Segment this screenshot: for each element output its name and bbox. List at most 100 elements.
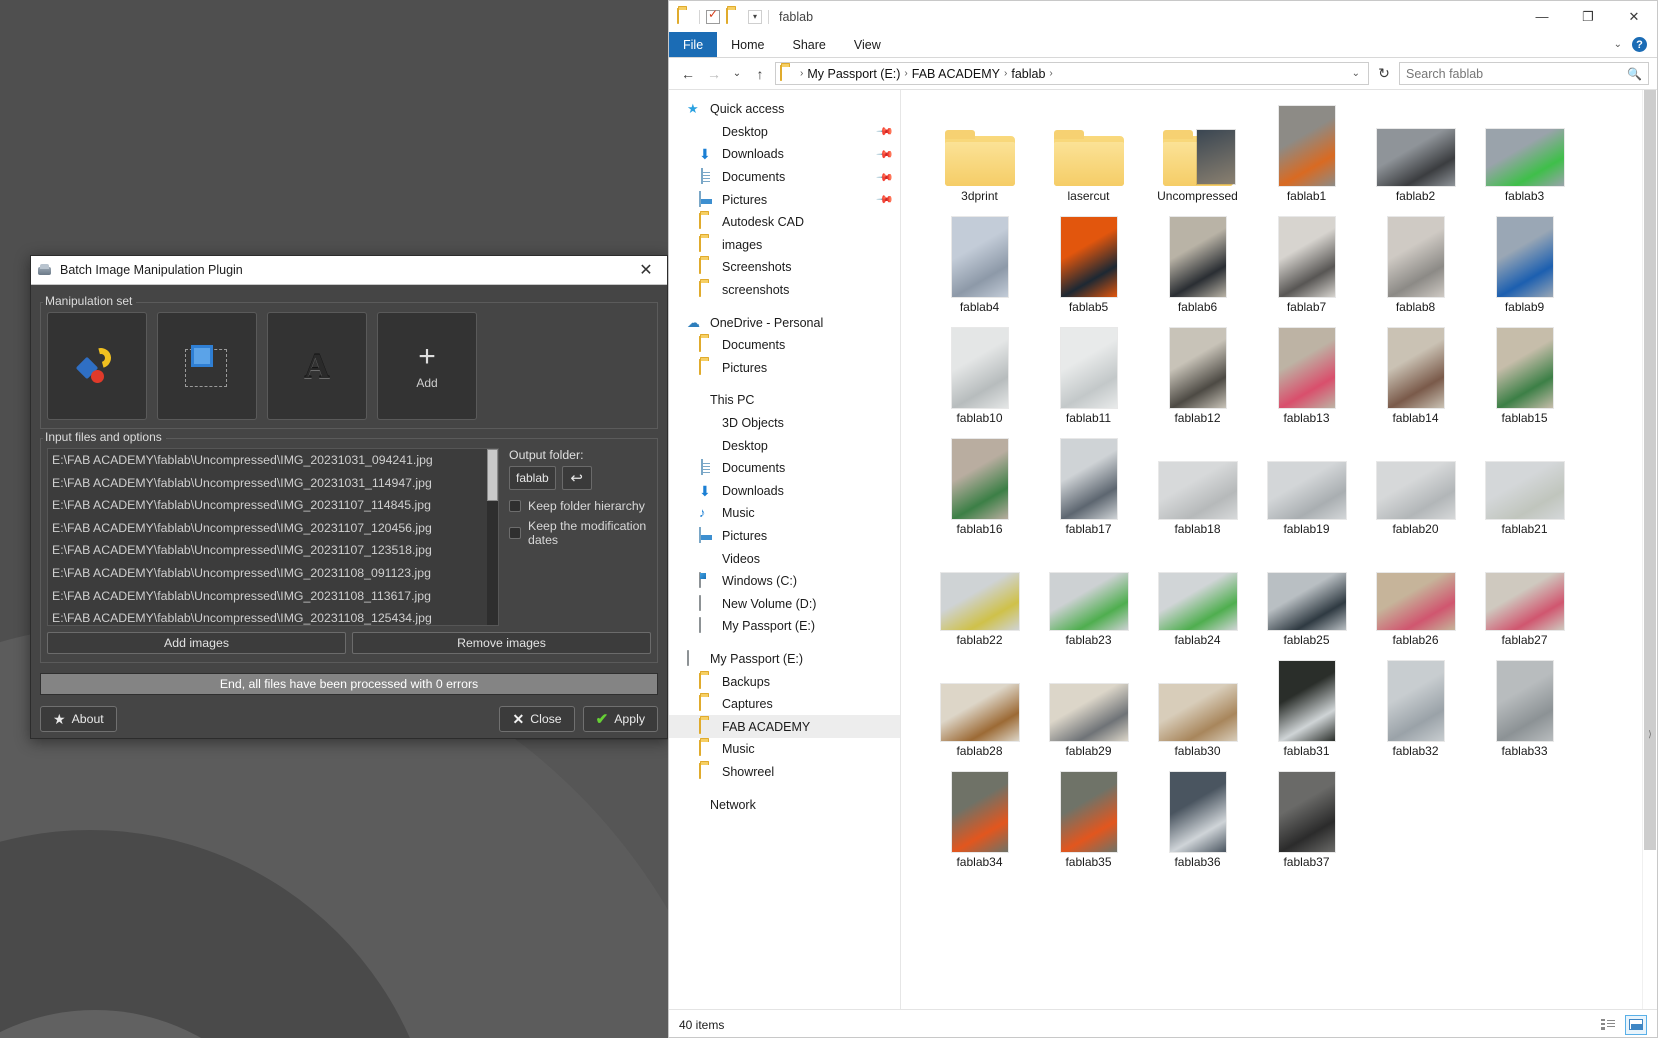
nav-group-network[interactable]: Network: [669, 793, 900, 816]
add-manipulation-button[interactable]: + Add: [377, 312, 477, 420]
breadcrumb[interactable]: › My Passport (E:) › FAB ACADEMY › fabla…: [775, 62, 1369, 85]
file-list-scroll-thumb[interactable]: [487, 449, 498, 501]
keep-modification-dates-checkbox[interactable]: [509, 527, 521, 539]
sidebar-item-desktop[interactable]: Desktop: [669, 434, 900, 457]
output-folder-chooser[interactable]: fablab: [509, 466, 556, 490]
input-file-list[interactable]: E:\FAB ACADEMY\fablab\Uncompressed\IMG_2…: [47, 448, 499, 626]
explorer-title-bar[interactable]: ▾ fablab — ❐ ✕: [669, 1, 1657, 32]
file-grid-item[interactable]: fablab17: [1034, 433, 1143, 544]
file-list-item[interactable]: E:\FAB ACADEMY\fablab\Uncompressed\IMG_2…: [48, 494, 498, 517]
breadcrumb-separator[interactable]: ›: [1049, 68, 1052, 79]
breadcrumb-separator[interactable]: ›: [1004, 68, 1007, 79]
file-grid-item[interactable]: fablab1: [1252, 100, 1361, 211]
sidebar-item-captures[interactable]: Captures: [669, 693, 900, 716]
minimize-button[interactable]: —: [1519, 1, 1565, 32]
file-list-item[interactable]: E:\FAB ACADEMY\fablab\Uncompressed\IMG_2…: [48, 607, 498, 625]
keep-folder-hierarchy-checkbox[interactable]: [509, 500, 521, 512]
scroll-grip-icon[interactable]: ⟩: [1644, 726, 1656, 742]
file-grid-item[interactable]: fablab19: [1252, 433, 1361, 544]
file-grid-item[interactable]: fablab33: [1470, 655, 1579, 766]
large-icons-view-icon[interactable]: [1625, 1014, 1647, 1035]
file-grid-item[interactable]: fablab4: [925, 211, 1034, 322]
sidebar-item-documents[interactable]: Documents: [669, 457, 900, 480]
sidebar-item-pictures[interactable]: Pictures 📌: [669, 188, 900, 211]
file-grid-item[interactable]: fablab10: [925, 322, 1034, 433]
file-grid-item[interactable]: fablab15: [1470, 322, 1579, 433]
sidebar-item-my-passport-e-[interactable]: My Passport (E:): [669, 615, 900, 638]
new-folder-icon[interactable]: [726, 8, 742, 24]
file-list-scrollbar[interactable]: [487, 449, 498, 625]
file-grid-item[interactable]: fablab31: [1252, 655, 1361, 766]
file-grid-item[interactable]: fablab7: [1252, 211, 1361, 322]
properties-icon[interactable]: [706, 7, 720, 24]
file-grid-item[interactable]: fablab34: [925, 766, 1034, 877]
file-grid-item[interactable]: fablab5: [1034, 211, 1143, 322]
sidebar-item-music[interactable]: Music: [669, 738, 900, 761]
file-grid-item[interactable]: fablab13: [1252, 322, 1361, 433]
file-list-item[interactable]: E:\FAB ACADEMY\fablab\Uncompressed\IMG_2…: [48, 517, 498, 540]
sidebar-item-videos[interactable]: Videos: [669, 547, 900, 570]
maximize-button[interactable]: ❐: [1565, 1, 1611, 32]
breadcrumb-item-fablab[interactable]: fablab: [1011, 67, 1045, 81]
file-list-item[interactable]: E:\FAB ACADEMY\fablab\Uncompressed\IMG_2…: [48, 449, 498, 472]
close-button[interactable]: ✕ Close: [499, 706, 575, 732]
file-grid-item[interactable]: lasercut: [1034, 100, 1143, 211]
file-grid-item[interactable]: fablab24: [1143, 544, 1252, 655]
sidebar-item-downloads[interactable]: ⬇ Downloads 📌: [669, 143, 900, 166]
nav-group-my-passport-e-[interactable]: My Passport (E:): [669, 648, 900, 671]
apply-button[interactable]: ✔ Apply: [582, 706, 658, 732]
sidebar-item-desktop[interactable]: Desktop 📌: [669, 121, 900, 144]
back-button[interactable]: ←: [677, 63, 699, 85]
file-grid-item[interactable]: fablab18: [1143, 433, 1252, 544]
search-icon[interactable]: 🔍: [1627, 67, 1642, 81]
file-grid-item[interactable]: fablab11: [1034, 322, 1143, 433]
breadcrumb-separator[interactable]: ›: [904, 68, 907, 79]
breadcrumb-separator[interactable]: ›: [800, 68, 803, 79]
manipulation-tile-rotate[interactable]: [47, 312, 147, 420]
file-grid-item[interactable]: fablab3: [1470, 100, 1579, 211]
chevron-down-icon[interactable]: ▾: [748, 9, 762, 24]
file-grid-item[interactable]: fablab25: [1252, 544, 1361, 655]
file-grid-item[interactable]: fablab23: [1034, 544, 1143, 655]
nav-group-quick-access[interactable]: ★ Quick access: [669, 98, 900, 121]
file-grid-pane[interactable]: 3dprint lasercut Uncompressed fablab1 fablab…: [901, 90, 1657, 1009]
nav-group-onedrive-personal[interactable]: ☁ OneDrive - Personal: [669, 311, 900, 334]
content-scrollbar[interactable]: ⟩: [1642, 90, 1657, 1009]
sidebar-item-pictures[interactable]: Pictures: [669, 357, 900, 380]
file-grid-item[interactable]: fablab28: [925, 655, 1034, 766]
keep-modification-dates-option[interactable]: Keep the modification dates: [509, 519, 651, 547]
add-images-button[interactable]: Add images: [47, 632, 346, 654]
file-grid-item[interactable]: fablab6: [1143, 211, 1252, 322]
up-button[interactable]: ↑: [749, 63, 771, 85]
tab-file[interactable]: File: [669, 32, 718, 57]
sidebar-item-3d-objects[interactable]: 3D Objects: [669, 412, 900, 435]
collapse-ribbon-icon[interactable]: ⌄: [1614, 39, 1622, 50]
remove-images-button[interactable]: Remove images: [352, 632, 651, 654]
file-grid-item[interactable]: fablab35: [1034, 766, 1143, 877]
sidebar-item-pictures[interactable]: Pictures: [669, 525, 900, 548]
sidebar-item-showreel[interactable]: Showreel: [669, 761, 900, 784]
breadcrumb-item-drive[interactable]: My Passport (E:): [807, 67, 900, 81]
close-window-button[interactable]: ✕: [1611, 1, 1657, 32]
sidebar-item-windows-c-[interactable]: Windows (C:): [669, 570, 900, 593]
dialog-title-bar[interactable]: Batch Image Manipulation Plugin ✕: [31, 256, 667, 285]
navigation-pane[interactable]: ★ Quick access Desktop 📌 ⬇ Downloads 📌 Document…: [669, 90, 901, 1009]
search-input[interactable]: Search fablab 🔍: [1399, 62, 1649, 85]
pin-icon[interactable]: 📌: [876, 122, 895, 141]
file-grid-item[interactable]: fablab36: [1143, 766, 1252, 877]
file-grid-item[interactable]: fablab2: [1361, 100, 1470, 211]
file-list-item[interactable]: E:\FAB ACADEMY\fablab\Uncompressed\IMG_2…: [48, 472, 498, 495]
help-icon[interactable]: ?: [1632, 37, 1647, 52]
file-list-item[interactable]: E:\FAB ACADEMY\fablab\Uncompressed\IMG_2…: [48, 539, 498, 562]
tab-share[interactable]: Share: [779, 32, 840, 57]
tab-home[interactable]: Home: [717, 32, 778, 57]
sidebar-item-new-volume-d-[interactable]: New Volume (D:): [669, 592, 900, 615]
manipulation-tile-crop[interactable]: [157, 312, 257, 420]
file-grid-item[interactable]: 3dprint: [925, 100, 1034, 211]
details-view-icon[interactable]: [1597, 1015, 1619, 1035]
file-grid-item[interactable]: fablab32: [1361, 655, 1470, 766]
file-list-item[interactable]: E:\FAB ACADEMY\fablab\Uncompressed\IMG_2…: [48, 562, 498, 585]
recent-locations-button[interactable]: ⌄: [729, 63, 745, 85]
file-grid-item[interactable]: fablab8: [1361, 211, 1470, 322]
address-dropdown-icon[interactable]: ⌄: [1352, 68, 1360, 79]
